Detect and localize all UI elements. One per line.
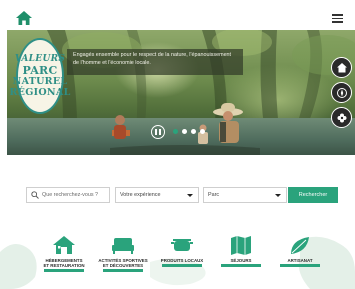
hero-caption-text: Engagés ensemble pour le respect de la n… (73, 52, 232, 66)
flower-icon[interactable] (331, 107, 352, 128)
category-underline (280, 264, 320, 267)
parc-select[interactable]: Parc (203, 187, 287, 203)
search-input[interactable]: Que recherchez-vous ? (26, 187, 110, 203)
category-label: HÉBERGEMENTS ET RESTAURATION (43, 258, 85, 269)
category-underline (162, 264, 202, 267)
category-label: ARTISANAT (287, 258, 313, 263)
category-activites[interactable]: ACTIVITÉS SPORTIVES ET DÉCOUVERTES (95, 234, 151, 274)
experience-select[interactable]: Votre expérience (115, 187, 199, 203)
map-icon (231, 236, 251, 255)
carousel-dot[interactable] (173, 129, 178, 134)
valeurs-parc-logo: VALEURS PARC NATUREL RÉGIONAL (9, 38, 70, 114)
search-button[interactable]: Rechercher (288, 187, 338, 203)
carousel-dot[interactable] (191, 129, 196, 134)
chevron-down-icon (187, 193, 193, 197)
home-icon[interactable] (16, 11, 32, 25)
pause-icon[interactable] (151, 125, 165, 139)
hero-caption: Engagés ensemble pour le respect de la n… (67, 49, 243, 75)
search-bar: Que recherchez-vous ? Votre expérience P… (26, 187, 310, 203)
category-underline (103, 269, 143, 272)
leaf-icon (291, 237, 309, 254)
search-icon (31, 191, 39, 199)
cooking-pot-icon (171, 239, 193, 251)
bed-icon (112, 238, 134, 254)
category-artisanat[interactable]: ARTISANAT (272, 234, 328, 274)
experience-select-label: Votre expérience (120, 192, 161, 198)
category-underline (44, 269, 84, 272)
category-produits-locaux[interactable]: PRODUITS LOCAUX (154, 234, 210, 274)
search-placeholder: Que recherchez-vous ? (42, 192, 99, 198)
parc-select-label: Parc (208, 192, 220, 198)
category-sejours[interactable]: SÉJOURS (213, 234, 269, 274)
category-label: ACTIVITÉS SPORTIVES ET DÉCOUVERTES (98, 258, 148, 269)
canoe-people-illustration (110, 103, 260, 155)
house-icon (53, 236, 75, 254)
category-label: SÉJOURS (230, 258, 252, 263)
hamburger-menu-icon[interactable] (332, 14, 343, 23)
chevron-down-icon (275, 193, 281, 197)
category-underline (221, 264, 261, 267)
logo-line-3: NATUREL (12, 76, 68, 87)
logo-line-4: RÉGIONAL (9, 87, 71, 98)
compass-icon[interactable] (331, 82, 352, 103)
category-hebergements[interactable]: HÉBERGEMENTS ET RESTAURATION (36, 234, 92, 274)
category-label: PRODUITS LOCAUX (160, 258, 204, 263)
top-bar (0, 0, 355, 30)
carousel-dot[interactable] (182, 129, 187, 134)
carousel-dot[interactable] (200, 129, 205, 134)
page: Engagés ensemble pour le respect de la n… (0, 0, 355, 289)
carousel-dots (173, 129, 205, 134)
house-marker-icon[interactable] (331, 57, 352, 78)
logo-line-2: PARC (22, 64, 58, 77)
